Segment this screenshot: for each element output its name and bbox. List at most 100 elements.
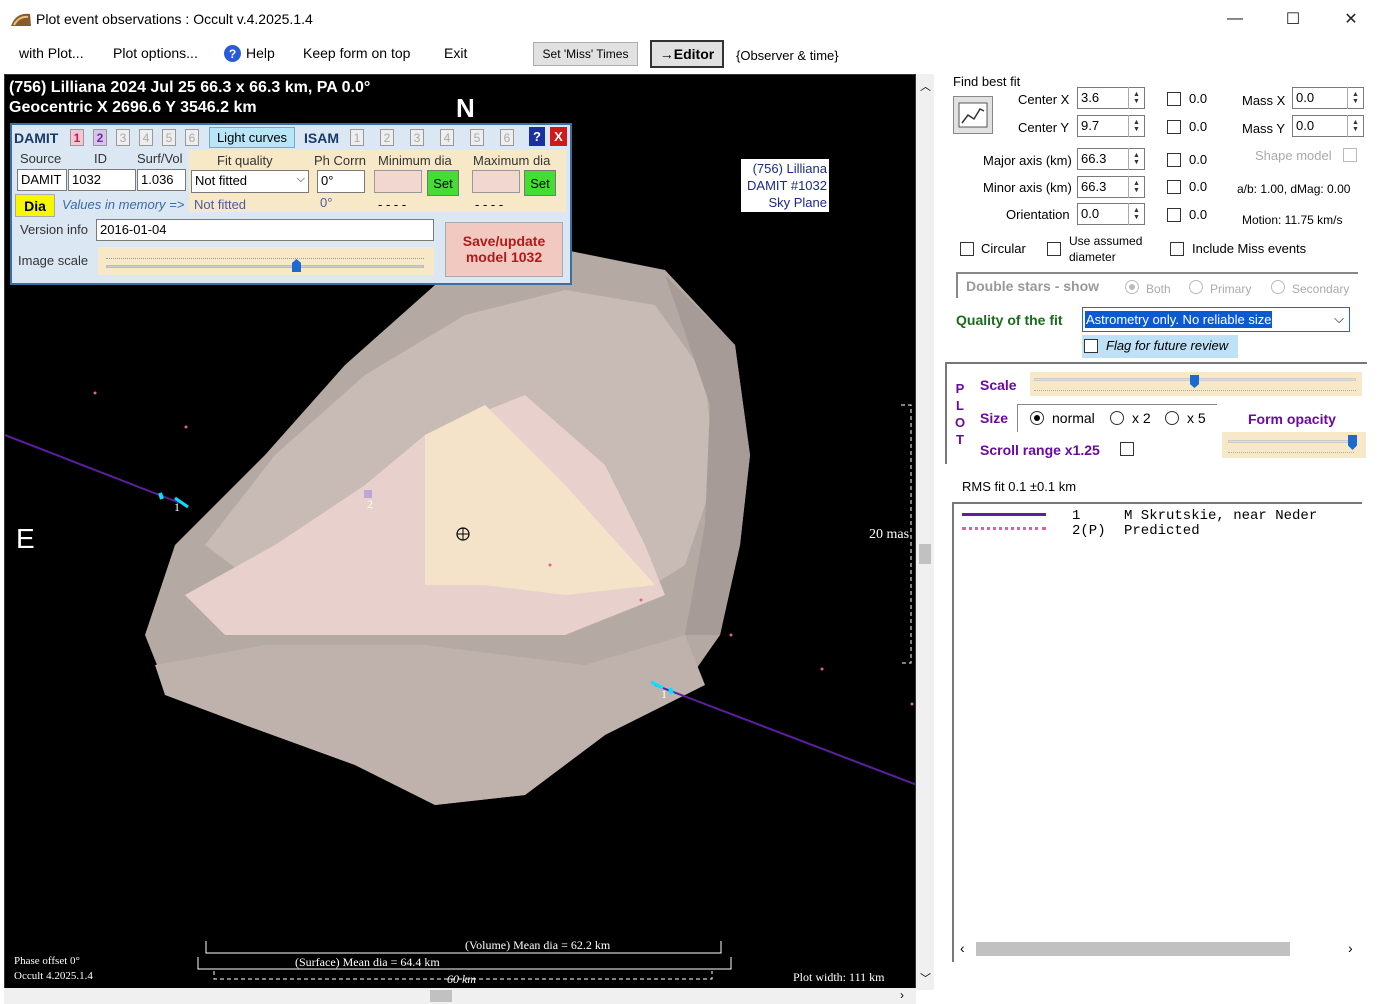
- scroll-range-checkbox[interactable]: [1120, 442, 1134, 456]
- spin-arrows-icon[interactable]: ▲ ▼: [1128, 115, 1144, 137]
- isam-tab-3[interactable]: 3: [410, 129, 424, 146]
- legend-horizontal-scrollbar[interactable]: ‹ ›: [954, 940, 1362, 960]
- damit-tab-2[interactable]: 2: [93, 129, 107, 146]
- damit-close-button[interactable]: X: [550, 127, 567, 146]
- orientation-label: Orientation: [1006, 207, 1070, 222]
- spin-arrows-icon[interactable]: ▲ ▼: [1347, 115, 1363, 137]
- dia-button[interactable]: Dia: [15, 194, 55, 217]
- damit-help-button[interactable]: ?: [529, 127, 545, 146]
- form-opacity-thumb[interactable]: [1348, 435, 1357, 450]
- scroll-up-icon[interactable]: ︿: [920, 78, 931, 94]
- isam-tab-5[interactable]: 5: [470, 129, 484, 146]
- center-y-input[interactable]: 9.7 ▲ ▼: [1077, 115, 1145, 137]
- scroll-left-icon[interactable]: ‹: [960, 940, 965, 956]
- isam-tab-1[interactable]: 1: [350, 129, 364, 146]
- fit-quality-select[interactable]: Not fitted ⌵: [191, 170, 309, 193]
- spin-arrows-icon[interactable]: ▲ ▼: [1128, 203, 1144, 225]
- center-y-checkbox[interactable]: [1167, 120, 1181, 134]
- isam-tab-4[interactable]: 4: [440, 129, 454, 146]
- scroll-right-icon[interactable]: ›: [1348, 940, 1353, 956]
- spin-arrows-icon[interactable]: ▲ ▼: [1128, 148, 1144, 170]
- id-field[interactable]: 1032: [68, 169, 136, 191]
- menu-exit[interactable]: Exit: [444, 45, 467, 61]
- menu-plot-options[interactable]: Plot options...: [113, 45, 198, 61]
- include-miss-checkbox[interactable]: [1170, 242, 1184, 256]
- size-x5-radio[interactable]: [1165, 411, 1179, 425]
- legend-scroll-thumb[interactable]: [976, 942, 1290, 956]
- image-scale-slider[interactable]: [98, 247, 434, 275]
- circular-checkbox[interactable]: [960, 242, 974, 256]
- use-assumed-checkbox[interactable]: [1047, 242, 1061, 256]
- form-opacity-slider[interactable]: [1222, 432, 1366, 458]
- major-axis-input[interactable]: 66.3 ▲ ▼: [1077, 148, 1145, 170]
- scroll-right-icon[interactable]: ›: [900, 988, 904, 1002]
- surfvol-label: Surf/Vol: [137, 151, 183, 166]
- set-miss-times-button[interactable]: Set 'Miss' Times: [533, 42, 638, 66]
- secondary-radio[interactable]: [1271, 280, 1285, 294]
- volume-dia-label: (Volume) Mean dia = 62.2 km: [465, 938, 611, 952]
- source-field[interactable]: DAMIT: [17, 169, 67, 191]
- orientation-value: 0.0: [1081, 206, 1100, 221]
- image-scale-thumb[interactable]: [292, 259, 301, 272]
- orientation-input[interactable]: 0.0 ▲ ▼: [1077, 203, 1145, 225]
- spin-arrows-icon[interactable]: ▲ ▼: [1128, 176, 1144, 198]
- quality-of-fit-select[interactable]: Astrometry only. No reliable size ⌵: [1082, 307, 1350, 332]
- damit-tab-1[interactable]: 1: [70, 129, 84, 146]
- shape-model-checkbox[interactable]: [1343, 148, 1357, 162]
- min-dia-set-button[interactable]: Set: [427, 170, 459, 196]
- size-x2-radio[interactable]: [1110, 411, 1124, 425]
- max-dia-field[interactable]: [472, 170, 520, 193]
- menu-help[interactable]: Help: [246, 45, 275, 61]
- close-button[interactable]: ✕: [1322, 0, 1380, 38]
- scale-slider-thumb[interactable]: [1190, 375, 1199, 388]
- center-x-checkbox[interactable]: [1167, 92, 1181, 106]
- spin-arrows-icon[interactable]: ▲ ▼: [1347, 87, 1363, 109]
- min-dia-field[interactable]: [374, 170, 422, 193]
- use-assumed-label: Use assumed: [1069, 234, 1143, 248]
- ph-corrn-field[interactable]: 0°: [317, 170, 365, 193]
- plot-horizontal-scrollbar[interactable]: ›: [4, 988, 916, 1004]
- both-radio[interactable]: [1125, 280, 1139, 294]
- mass-y-input[interactable]: 0.0 ▲ ▼: [1292, 115, 1364, 137]
- include-miss-label: Include Miss events: [1192, 241, 1307, 256]
- surfvol-field[interactable]: 1.036: [137, 169, 186, 191]
- minor-axis-input[interactable]: 66.3 ▲ ▼: [1077, 176, 1145, 198]
- major-axis-checkbox[interactable]: [1167, 153, 1181, 167]
- flag-review-checkbox[interactable]: [1084, 339, 1098, 353]
- scale-slider[interactable]: [1030, 372, 1362, 396]
- menu-keep-on-top[interactable]: Keep form on top: [303, 45, 410, 61]
- predicted-dot: [93, 391, 97, 395]
- app-logo-icon: [11, 13, 31, 26]
- find-best-fit-button[interactable]: [953, 96, 993, 134]
- damit-tab-5[interactable]: 5: [162, 129, 176, 146]
- ab-dmag-label: a/b: 1.00, dMag: 0.00: [1237, 182, 1351, 196]
- minor-axis-checkbox[interactable]: [1167, 180, 1181, 194]
- scroll-down-icon[interactable]: ﹀: [920, 970, 931, 986]
- menu-with-plot[interactable]: with Plot...: [19, 45, 84, 61]
- observer-legend-list[interactable]: 1 M Skrutskie, near Neder 2(P) Predicted…: [952, 502, 1362, 962]
- damit-tab-4[interactable]: 4: [139, 129, 153, 146]
- damit-tab-3[interactable]: 3: [116, 129, 130, 146]
- isam-tab-2[interactable]: 2: [380, 129, 394, 146]
- predicted-dot: [820, 667, 824, 671]
- center-x-input[interactable]: 3.6 ▲ ▼: [1077, 87, 1145, 109]
- editor-button[interactable]: →Editor: [650, 40, 724, 68]
- chart-line-icon: [958, 102, 988, 128]
- size-normal-radio[interactable]: [1030, 411, 1044, 425]
- maximize-button[interactable]: ☐: [1264, 0, 1322, 38]
- spin-arrows-icon[interactable]: ▲ ▼: [1128, 87, 1144, 109]
- max-dia-set-button[interactable]: Set: [524, 170, 556, 196]
- primary-radio[interactable]: [1189, 280, 1203, 294]
- minimize-button[interactable]: —: [1206, 0, 1264, 38]
- plot-vertical-scrollbar[interactable]: ︿ ﹀: [916, 74, 934, 990]
- horizontal-scroll-thumb[interactable]: [430, 990, 452, 1002]
- isam-tab-6[interactable]: 6: [500, 129, 514, 146]
- mass-x-input[interactable]: 0.0 ▲ ▼: [1292, 87, 1364, 109]
- help-icon[interactable]: ?: [224, 45, 241, 62]
- version-info-field[interactable]: 2016-01-04: [96, 219, 434, 241]
- damit-tab-6[interactable]: 6: [185, 129, 199, 146]
- light-curves-button[interactable]: Light curves: [209, 127, 295, 148]
- vertical-scroll-thumb[interactable]: [919, 544, 931, 564]
- orientation-checkbox[interactable]: [1167, 208, 1181, 222]
- save-update-model-button[interactable]: Save/update model 1032: [445, 222, 563, 277]
